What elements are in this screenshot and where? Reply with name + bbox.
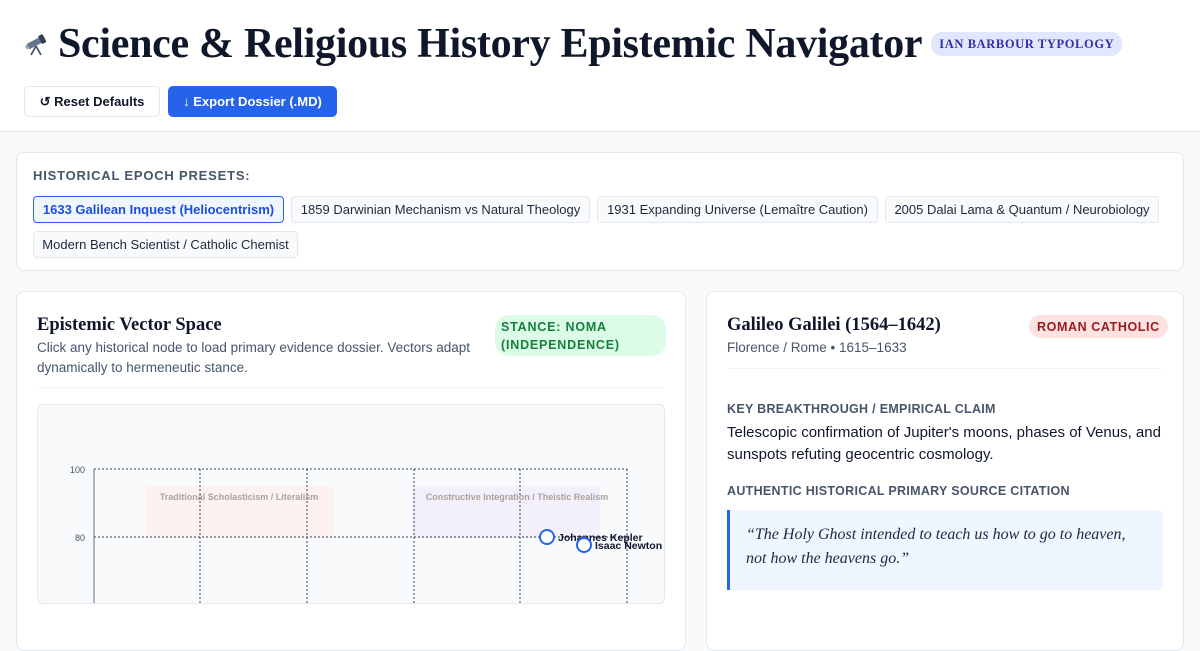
citation-heading: AUTHENTIC HISTORICAL PRIMARY SOURCE CITA… bbox=[727, 484, 1070, 498]
epoch-presets-panel: HISTORICAL EPOCH PRESETS: 1633 Galilean … bbox=[16, 152, 1184, 271]
node-newton[interactable] bbox=[576, 537, 592, 553]
typology-badge: IAN BARBOUR TYPOLOGY bbox=[931, 32, 1123, 56]
stance-badge: STANCE: NOMA (INDEPENDENCE) bbox=[495, 315, 666, 356]
telescope-icon bbox=[24, 34, 47, 56]
node-kepler[interactable] bbox=[539, 529, 555, 545]
vector-space-card: Epistemic Vector Space Click any histori… bbox=[16, 291, 686, 651]
title-row: Science & Religious History Epistemic Na… bbox=[24, 20, 1123, 68]
y-tick-80: 80 bbox=[75, 533, 85, 543]
vector-plot-area[interactable]: 100 80 Traditional Scholasticism / Liter… bbox=[37, 404, 665, 604]
preset-chip-modern-bench[interactable]: Modern Bench Scientist / Catholic Chemis… bbox=[33, 231, 298, 258]
breakthrough-heading: KEY BREAKTHROUGH / EMPIRICAL CLAIM bbox=[727, 402, 996, 416]
preset-chip-galilean[interactable]: 1633 Galilean Inquest (Heliocentrism) bbox=[33, 196, 284, 223]
y-tick-100: 100 bbox=[70, 465, 85, 475]
card-divider bbox=[37, 387, 665, 388]
zone-label-constructive: Constructive Integration / Theistic Real… bbox=[426, 492, 609, 502]
preset-chip-darwinian[interactable]: 1859 Darwinian Mechanism vs Natural Theo… bbox=[291, 196, 590, 223]
presets-heading: HISTORICAL EPOCH PRESETS: bbox=[33, 168, 251, 183]
reset-defaults-button[interactable]: ↺ Reset Defaults bbox=[24, 86, 160, 117]
top-bar: Science & Religious History Epistemic Na… bbox=[0, 0, 1200, 132]
citation-quote-box: “The Holy Ghost intended to teach us how… bbox=[727, 510, 1163, 590]
export-dossier-button[interactable]: ↓ Export Dossier (.MD) bbox=[168, 86, 337, 117]
dossier-card: Galileo Galilei (1564–1642) ROMAN CATHOL… bbox=[706, 291, 1184, 651]
tradition-badge: ROMAN CATHOLIC bbox=[1029, 315, 1168, 338]
figure-name: Galileo Galilei (1564–1642) bbox=[727, 315, 941, 335]
zone-label-traditional: Traditional Scholasticism / Literalism bbox=[160, 492, 319, 502]
preset-chip-expanding-universe[interactable]: 1931 Expanding Universe (Lemaître Cautio… bbox=[597, 196, 878, 223]
app-title: Science & Religious History Epistemic Na… bbox=[58, 21, 923, 67]
figure-meta: Florence / Rome • 1615–1633 bbox=[727, 340, 907, 355]
dossier-divider bbox=[727, 368, 1163, 369]
citation-quote: “The Holy Ghost intended to teach us how… bbox=[746, 526, 1126, 567]
node-label-newton: Isaac Newton bbox=[595, 540, 662, 552]
preset-chip-dalai-lama[interactable]: 2005 Dalai Lama & Quantum / Neurobiology bbox=[885, 196, 1159, 223]
vector-space-title: Epistemic Vector Space bbox=[37, 315, 222, 335]
vector-space-description: Click any historical node to load primar… bbox=[37, 340, 470, 375]
vector-plot-svg: 100 80 Traditional Scholasticism / Liter… bbox=[70, 465, 662, 603]
breakthrough-text: Telescopic confirmation of Jupiter's moo… bbox=[727, 424, 1161, 463]
